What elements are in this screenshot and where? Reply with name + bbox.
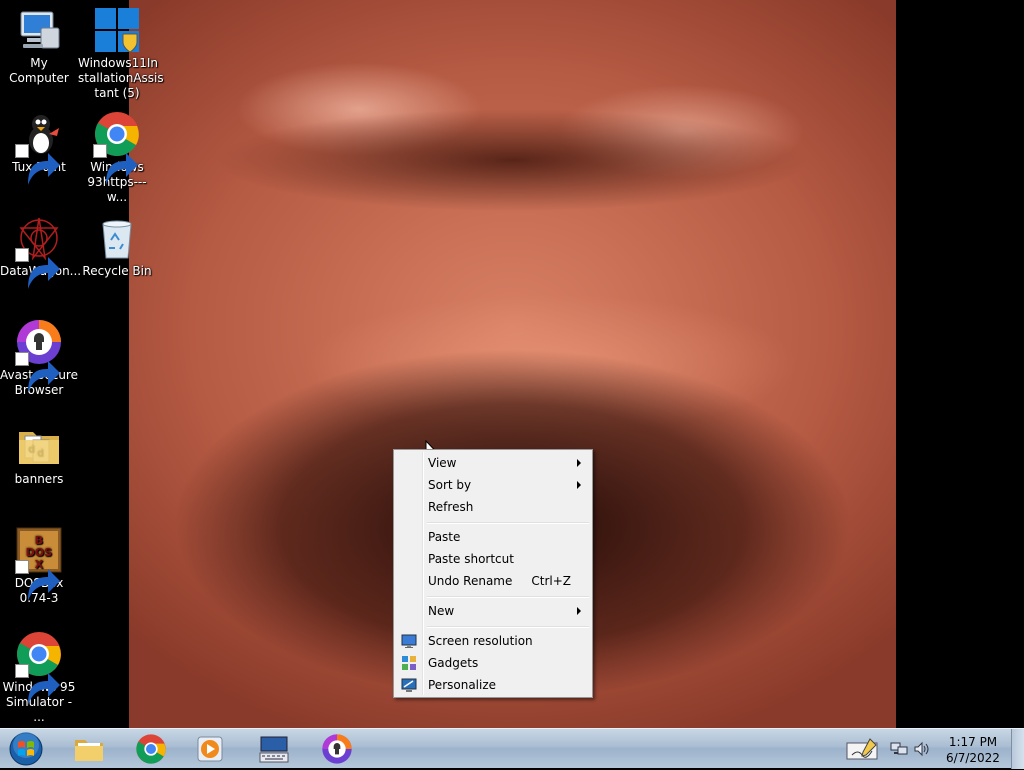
taskbar-file-explorer[interactable]	[61, 731, 117, 767]
clock-time: 1:17 PM	[948, 735, 998, 749]
shortcut-arrow-icon	[15, 248, 60, 289]
chrome-icon	[136, 734, 166, 764]
on-screen-keyboard-icon	[259, 736, 289, 763]
gadgets-icon	[402, 656, 416, 670]
desktop-icon-label: banners	[14, 472, 64, 486]
screen-resolution-icon	[401, 634, 417, 648]
chrome-icon	[93, 110, 141, 185]
taskbar-chrome[interactable]	[123, 731, 179, 767]
submenu-arrow-icon	[577, 607, 581, 615]
clock-date: 6/7/2022	[946, 751, 1000, 765]
menu-item-personalize[interactable]: Personalize	[397, 674, 589, 696]
desktop-context-menu: View Sort by Refresh Paste Paste shortcu…	[393, 449, 593, 698]
recycle-bin-icon	[93, 214, 141, 262]
menu-separator	[427, 522, 589, 524]
submenu-arrow-icon	[577, 459, 581, 467]
volume-icon[interactable]	[913, 741, 931, 757]
desktop-icon-banners[interactable]: dd banners	[0, 416, 78, 487]
menu-item-paste[interactable]: Paste	[397, 526, 589, 548]
shortcut-arrow-icon	[15, 664, 60, 705]
tux-paint-icon	[15, 110, 63, 185]
menu-item-screen-resolution[interactable]: Screen resolution	[397, 630, 589, 652]
menu-item-new[interactable]: New	[397, 600, 589, 622]
menu-item-gadgets[interactable]: Gadgets	[397, 652, 589, 674]
menu-item-refresh[interactable]: Refresh	[397, 496, 589, 518]
taskbar-on-screen-keyboard[interactable]	[246, 731, 302, 767]
desktop-icon-label: Recycle Bin	[82, 264, 152, 278]
computer-icon	[15, 6, 63, 54]
datawagon-icon	[15, 214, 63, 289]
dosbox-icon: B DOS X	[15, 526, 63, 601]
shortcut-arrow-icon	[15, 144, 60, 185]
menu-item-undo-rename[interactable]: Undo Rename Ctrl+Z	[397, 570, 589, 592]
desktop-icon-windows11-assistant[interactable]: Windows11In stallationAssis tant (5)	[78, 0, 164, 101]
menu-item-paste-shortcut[interactable]: Paste shortcut	[397, 548, 589, 570]
personalize-icon	[401, 678, 417, 692]
submenu-arrow-icon	[577, 481, 581, 489]
media-player-icon	[197, 736, 223, 762]
show-desktop-button[interactable]	[1011, 729, 1024, 769]
desktop-icon-my-computer[interactable]: My Computer	[0, 0, 78, 86]
taskbar-media-player[interactable]	[182, 731, 238, 767]
shortcut-arrow-icon	[15, 352, 60, 393]
desktop-icon-windows95-simulator[interactable]: Windows 95 Simulator - ...	[0, 624, 78, 725]
desktop-icon-label: Windows11In stallationAssis tant (5)	[78, 56, 164, 100]
desktop-icon-avast-browser[interactable]: Avast Secure Browser	[0, 312, 78, 398]
shortcut-arrow-icon	[15, 560, 60, 601]
avast-browser-icon	[15, 318, 63, 393]
tablet-input-panel-icon[interactable]	[846, 737, 880, 761]
avast-browser-icon	[322, 734, 352, 764]
windows-start-orb-icon	[9, 732, 43, 766]
menu-item-view[interactable]: View	[397, 452, 589, 474]
file-explorer-icon	[75, 740, 103, 761]
menu-separator	[427, 596, 589, 598]
windows11-logo-icon	[93, 6, 141, 54]
desktop-icon-dosbox[interactable]: BDOSX DOSBox 0.74-3	[0, 520, 78, 606]
chrome-icon	[15, 630, 63, 705]
desktop-icon-windows93[interactable]: Windows 93https---w...	[78, 104, 156, 205]
keyboard-shortcut-label: Ctrl+Z	[531, 574, 571, 588]
desktop-icon-label: My Computer	[9, 56, 69, 85]
menu-item-sort-by[interactable]: Sort by	[397, 474, 589, 496]
system-clock[interactable]: 1:17 PM 6/7/2022	[936, 734, 1010, 766]
desktop-icon-tux-paint[interactable]: Tux Paint	[0, 104, 78, 185]
start-button[interactable]	[6, 731, 46, 767]
desktop-icon-datawagon[interactable]: DataWagon...	[0, 208, 81, 289]
shortcut-arrow-icon	[93, 144, 138, 185]
network-icon[interactable]	[890, 741, 908, 757]
folder-icon: dd	[15, 422, 63, 470]
menu-separator	[427, 626, 589, 628]
taskbar: 1:17 PM 6/7/2022	[0, 728, 1024, 769]
desktop-icon-recycle-bin[interactable]: Recycle Bin	[78, 208, 156, 279]
taskbar-avast-browser[interactable]	[309, 731, 365, 767]
